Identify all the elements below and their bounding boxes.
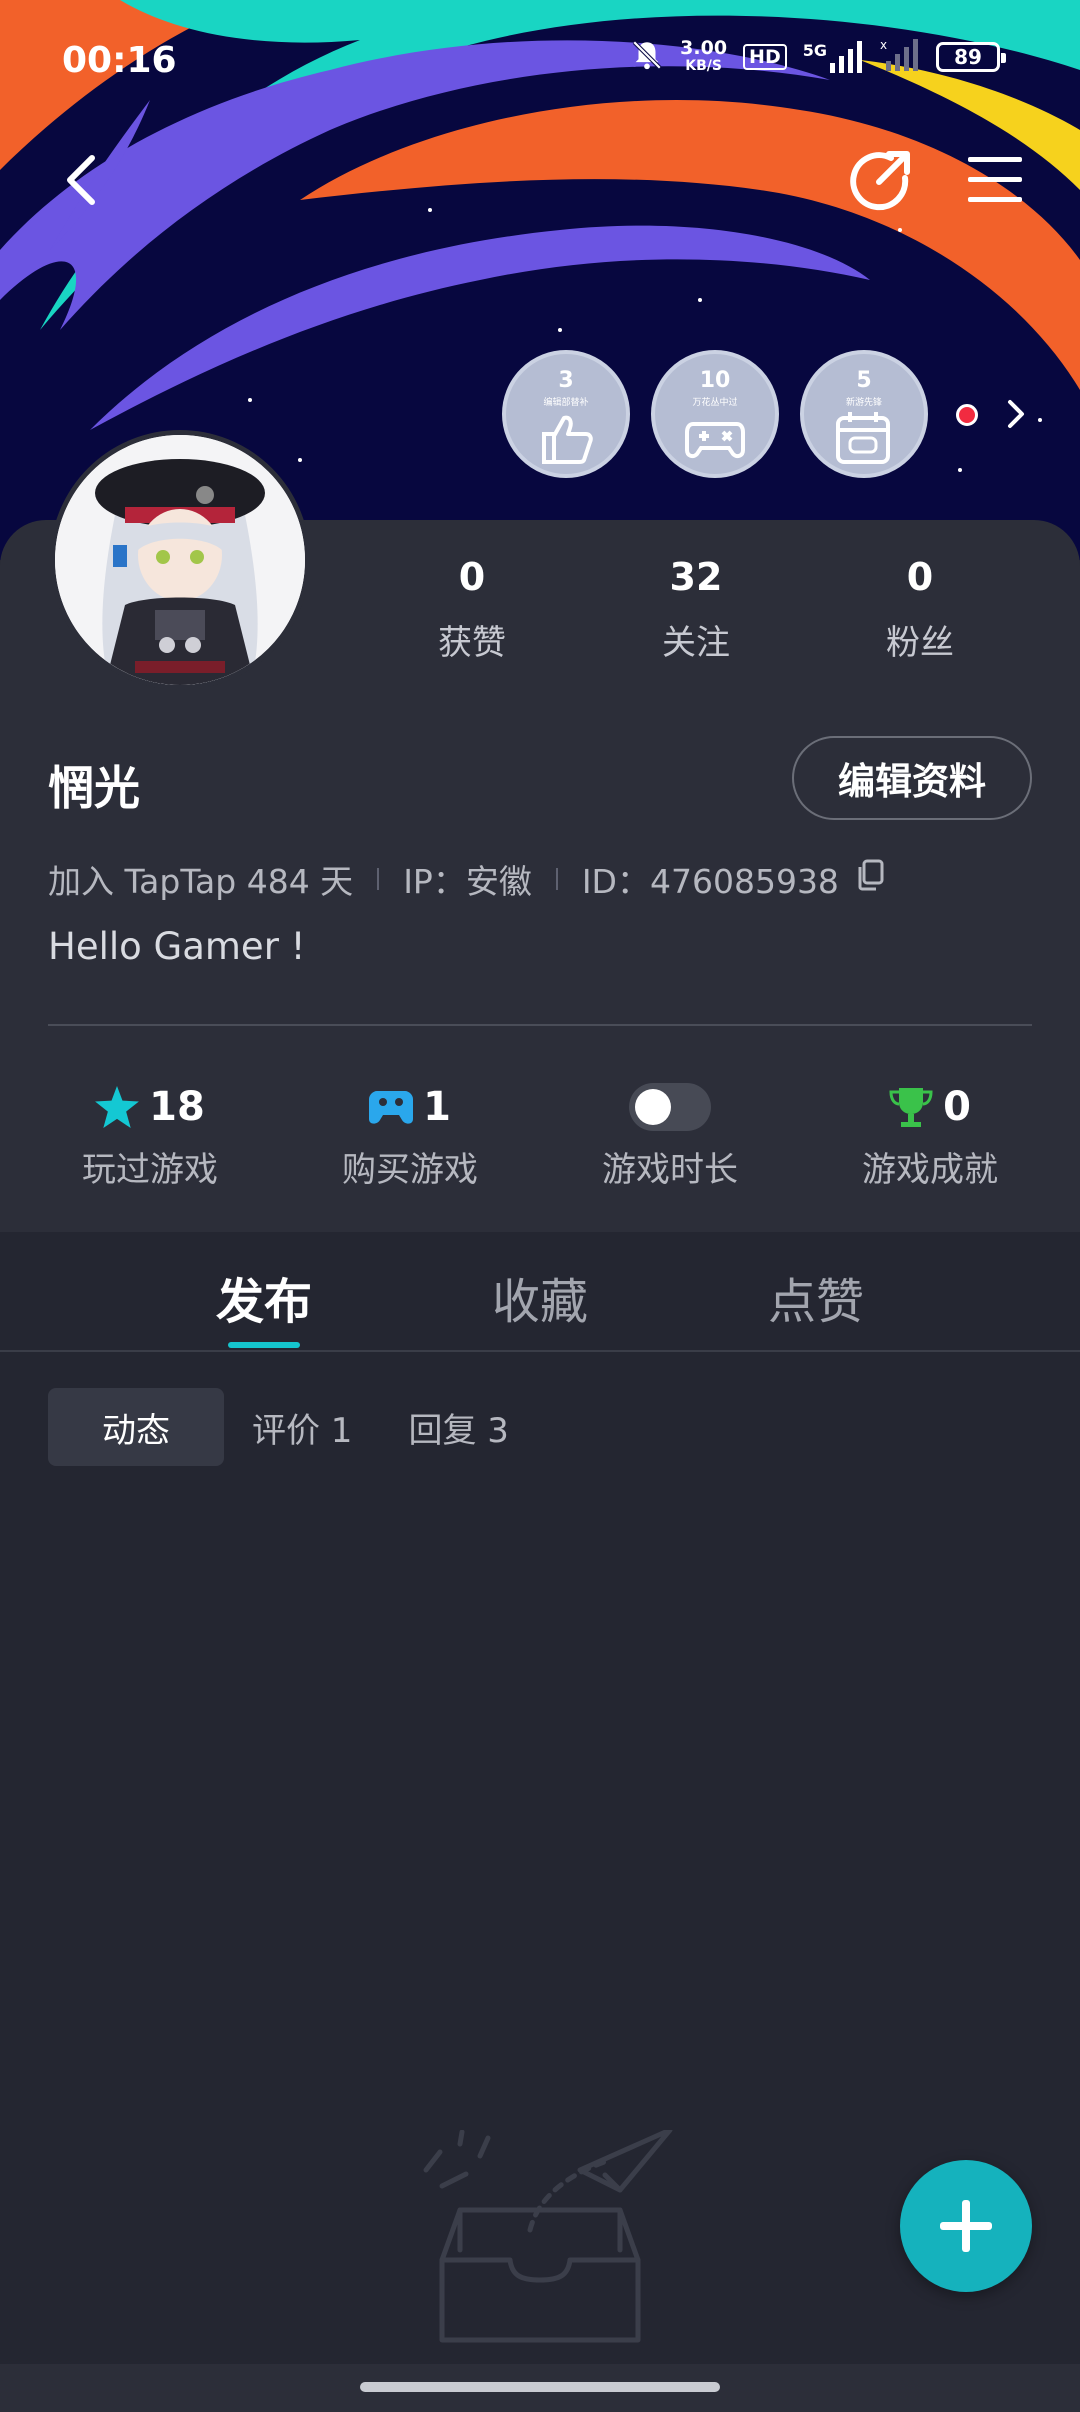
badge-editor-sub[interactable]: 3 编辑部替补 (502, 350, 630, 478)
ip-location: IP：安徽 (403, 862, 532, 901)
net-speed: 3.00 KB/S (680, 37, 728, 75)
battery-icon: 89 (936, 42, 1006, 72)
thumbs-up-icon (542, 415, 593, 464)
profile-meta: 加入 TapTap 484 天 IP：安徽 ID：476085938 (48, 855, 885, 903)
game-stats: 18 玩过游戏 1 购买游戏 游戏时长 0 游戏成就 (0, 1080, 1080, 1191)
tab-likes[interactable]: 点赞 (768, 1262, 864, 1332)
back-arrow-icon (67, 155, 95, 205)
active-tab-indicator (228, 1342, 300, 1348)
star-icon (95, 1086, 140, 1128)
stat-followers[interactable]: 0 粉丝 (808, 555, 1032, 664)
new-badge-dot (956, 404, 978, 426)
add-post-button[interactable] (900, 2160, 1032, 2292)
home-indicator[interactable] (360, 2382, 720, 2392)
content-tabs: 发布 收藏 点赞 (0, 1232, 1080, 1352)
edit-profile-button[interactable]: 编辑资料 (792, 736, 1032, 820)
user-id: ID：476085938 (581, 862, 839, 901)
plus-icon (940, 2200, 992, 2252)
join-days: 加入 TapTap 484 天 (48, 862, 354, 901)
achievements-stat[interactable]: 0 游戏成就 (800, 1080, 1060, 1191)
menu-icon (968, 157, 1022, 202)
hd-icon: HD (743, 44, 787, 70)
played-games-stat[interactable]: 18 玩过游戏 (20, 1080, 280, 1191)
signal-5g-icon: 5G (803, 41, 864, 73)
menu-button[interactable] (960, 145, 1030, 215)
stat-following[interactable]: 32 关注 (584, 555, 808, 664)
username: 惘光 (48, 761, 140, 815)
back-button[interactable] (45, 145, 115, 215)
sub-tabs: 动态 评价 1 回复 3 (48, 1388, 537, 1466)
copy-icon[interactable] (855, 859, 885, 899)
user-bio: Hello Gamer ! (48, 925, 306, 968)
svg-text:x: x (880, 39, 887, 52)
share-button[interactable] (846, 145, 916, 215)
controller-icon (685, 422, 745, 459)
badge-list: 3 编辑部替补 10 万花丛中过 5 新游先锋 (502, 350, 928, 478)
meta-separator (377, 868, 380, 890)
status-bar: 00:16 3.00 KB/S HD 5G x 89 (0, 0, 1080, 125)
badge-new-game-pioneer[interactable]: 5 新游先锋 (800, 350, 928, 478)
tab-favorites[interactable]: 收藏 (492, 1262, 588, 1332)
avatar-image (55, 435, 305, 685)
subtab-moments[interactable]: 动态 (48, 1388, 224, 1466)
signal-weak-icon: x (880, 38, 920, 75)
share-icon (850, 151, 910, 211)
play-time-stat[interactable]: 游戏时长 (540, 1080, 800, 1191)
subtab-reviews[interactable]: 评价 1 (224, 1388, 380, 1466)
status-icons: 3.00 KB/S HD 5G x 89 (630, 37, 1006, 76)
mute-bell-icon (630, 38, 664, 76)
gamepad-icon (369, 1091, 414, 1124)
trophy-icon (889, 1088, 933, 1127)
bought-games-stat[interactable]: 1 购买游戏 (280, 1080, 540, 1191)
stat-likes[interactable]: 0 获赞 (360, 555, 584, 664)
divider (48, 1024, 1032, 1026)
status-time: 00:16 (62, 40, 177, 81)
avatar[interactable] (50, 430, 310, 690)
calendar-game-icon (836, 412, 890, 464)
empty-inbox-illustration (423, 2130, 673, 2343)
badge-more-chevron-icon[interactable] (998, 396, 1034, 432)
profile-page: 00:16 3.00 KB/S HD 5G x 89 3 编辑部替补 10 万花… (0, 0, 1080, 2412)
play-time-toggle[interactable] (629, 1083, 711, 1131)
meta-separator (555, 868, 558, 890)
badge-flowers[interactable]: 10 万花丛中过 (651, 350, 779, 478)
subtab-replies[interactable]: 回复 3 (380, 1388, 536, 1466)
profile-stats: 0 获赞 32 关注 0 粉丝 (360, 555, 1060, 664)
tab-publish[interactable]: 发布 (216, 1262, 312, 1332)
